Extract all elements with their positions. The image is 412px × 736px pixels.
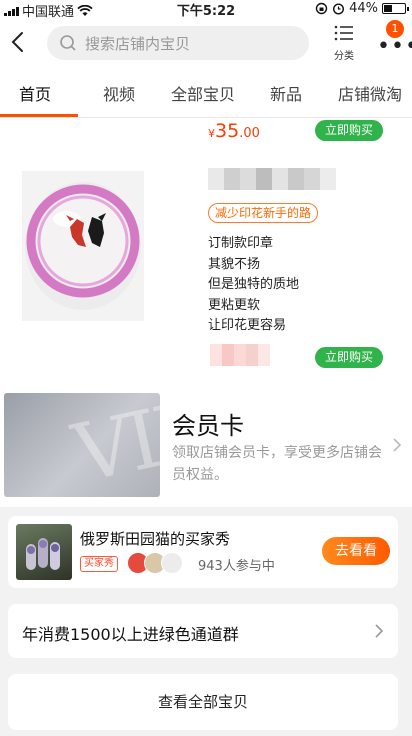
buy-now-button-top[interactable]: 立即购买 xyxy=(315,120,383,141)
product-image[interactable] xyxy=(22,171,144,321)
member-card-image: VIP xyxy=(4,393,160,497)
member-card-section[interactable]: VIP 会员卡 领取店铺会员卡，享受更多店铺会员权益。 xyxy=(0,380,412,507)
green-channel-link[interactable]: 年消费1500以上进绿色通道群 xyxy=(8,604,398,658)
status-right: 44% xyxy=(315,1,409,16)
blurred-product-title xyxy=(208,168,336,190)
participant-count: 943人参与中 xyxy=(198,559,275,574)
tab-new[interactable]: 新品 xyxy=(270,81,302,105)
nail-photo xyxy=(26,538,60,570)
participant-avatars xyxy=(127,552,183,574)
buy-now-button-bottom[interactable]: 立即购买 xyxy=(315,347,383,368)
active-tab-indicator xyxy=(0,114,78,117)
more-dots-icon: ••• xyxy=(377,34,412,59)
stamper-illustration xyxy=(25,182,141,310)
notification-badge: 1 xyxy=(386,20,404,38)
battery-percent: 44% xyxy=(349,1,378,16)
member-card-subtitle: 领取店铺会员卡，享受更多店铺会员权益。 xyxy=(172,445,382,483)
battery-icon xyxy=(382,3,409,14)
search-icon xyxy=(60,35,76,51)
chevron-right-icon xyxy=(393,438,402,452)
product-description: 订制款印章 其貌不扬 但是独特的质地 更粘更软 让印花更容易 xyxy=(208,236,300,333)
orientation-lock-icon xyxy=(315,2,328,15)
search-input[interactable]: 搜索店铺内宝贝 xyxy=(47,26,309,60)
view-all-items-button[interactable]: 查看全部宝贝 xyxy=(8,674,398,730)
tab-shop-feed[interactable]: 店铺微淘 xyxy=(338,81,402,105)
back-arrow-icon[interactable] xyxy=(8,30,28,54)
chevron-right-icon xyxy=(375,624,384,638)
avatar xyxy=(161,552,183,574)
tab-all-items[interactable]: 全部宝贝 xyxy=(171,81,235,105)
more-button[interactable]: ••• 1 xyxy=(372,20,412,60)
status-bar: 中国联通 下午5:22 44% xyxy=(0,0,412,20)
member-card-title: 会员卡 xyxy=(172,412,244,440)
product-price: ¥35.00 xyxy=(208,120,260,142)
vip-watermark: VIP xyxy=(65,393,160,497)
tab-video[interactable]: 视频 xyxy=(103,81,135,105)
green-channel-text: 年消费1500以上进绿色通道群 xyxy=(22,625,239,644)
buyer-show-tag: 买家秀 xyxy=(80,556,118,572)
buyer-show-thumbnail xyxy=(16,524,72,580)
search-placeholder: 搜索店铺内宝贝 xyxy=(85,34,191,53)
blurred-price xyxy=(210,344,270,366)
buyer-show-card[interactable]: 俄罗斯田园猫的买家秀 买家秀 943人参与中 去看看 xyxy=(8,516,398,588)
buyer-show-title: 俄罗斯田园猫的买家秀 xyxy=(80,530,231,548)
tab-home[interactable]: 首页 xyxy=(19,81,51,105)
tab-bar: 首页 视频 全部宝贝 新品 店铺微淘 xyxy=(0,68,412,118)
list-icon xyxy=(334,25,353,41)
go-see-button[interactable]: 去看看 xyxy=(322,537,390,565)
category-button[interactable]: 分类 xyxy=(328,24,360,62)
product-tag: 减少印花新手的路 xyxy=(208,203,319,223)
alarm-icon xyxy=(333,3,345,15)
category-label: 分类 xyxy=(334,51,354,62)
product-card[interactable]: ¥35.00 立即购买 减少印花新手的路 订制款印章 其貌不扬 但是独特的质地 … xyxy=(0,118,412,380)
header: 搜索店铺内宝贝 分类 ••• 1 xyxy=(0,18,412,68)
